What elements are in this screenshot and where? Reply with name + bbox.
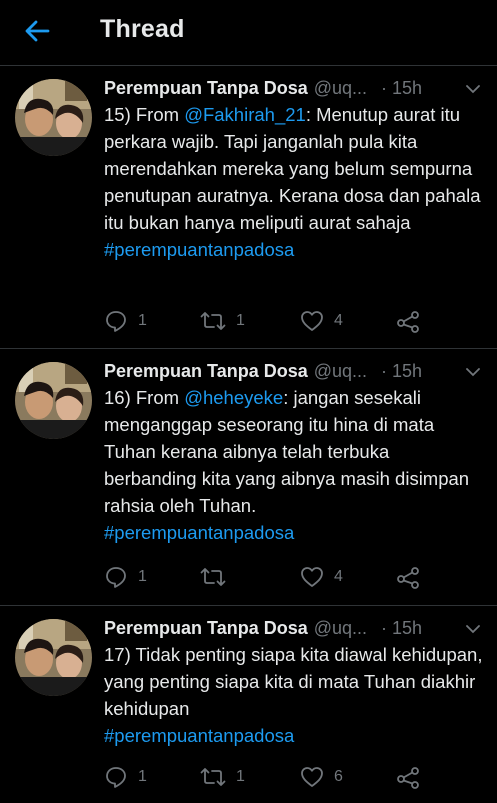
retweet-count: 1	[236, 768, 245, 785]
retweet-button[interactable]	[200, 564, 236, 590]
chevron-down-icon	[466, 84, 480, 93]
retweet-button[interactable]: 1	[200, 308, 245, 334]
retweet-icon	[200, 312, 226, 330]
tweet-text: 17) Tidak penting siapa kita diawal kehi…	[104, 641, 483, 749]
timestamp[interactable]: 15h	[392, 78, 422, 99]
tweet[interactable]: Perempuan Tanpa Dosa @uq... · 15h 17) Ti…	[0, 607, 497, 803]
more-options-button[interactable]	[463, 362, 483, 382]
like-button[interactable]: 4	[300, 564, 343, 590]
like-button[interactable]: 6	[300, 764, 343, 790]
reply-icon	[106, 567, 126, 588]
reply-count: 1	[138, 768, 147, 785]
tweet-text-part: 16) From	[104, 387, 185, 408]
more-options-button[interactable]	[463, 79, 483, 99]
share-icon	[397, 767, 419, 789]
reply-button[interactable]: 1	[104, 764, 147, 790]
hashtag-link[interactable]: #perempuantanpadosa	[104, 522, 294, 543]
share-icon	[397, 311, 419, 333]
hashtag-link[interactable]: #perempuantanpadosa	[104, 725, 294, 746]
heart-icon	[301, 767, 323, 787]
timestamp[interactable]: 15h	[392, 361, 422, 382]
retweet-icon	[200, 568, 226, 586]
avatar[interactable]	[15, 362, 92, 439]
more-options-button[interactable]	[463, 619, 483, 639]
mention-link[interactable]: @Fakhirah_21	[184, 104, 306, 125]
tweet-text-part: 17) Tidak penting siapa kita diawal kehi…	[104, 644, 483, 719]
tweet[interactable]: Perempuan Tanpa Dosa @uq... · 15h 15) Fr…	[0, 67, 497, 349]
separator-dot: ·	[381, 77, 388, 98]
tweet-actions: 1 1 6	[104, 764, 434, 790]
reply-icon	[106, 767, 126, 788]
tweet-header: Perempuan Tanpa Dosa @uq... · 15h	[104, 75, 483, 101]
share-button[interactable]	[396, 764, 420, 790]
reply-icon	[106, 311, 126, 332]
back-button[interactable]	[20, 14, 54, 48]
share-button[interactable]	[396, 308, 420, 334]
like-count: 6	[334, 768, 343, 785]
chevron-down-icon	[466, 367, 480, 376]
like-button[interactable]: 4	[300, 308, 343, 334]
arrow-left-icon	[25, 20, 50, 42]
hashtag-link[interactable]: #perempuantanpadosa	[104, 239, 294, 260]
reply-count: 1	[138, 568, 147, 585]
reply-count: 1	[138, 312, 147, 329]
share-button[interactable]	[396, 564, 420, 590]
author-handle[interactable]: @uq...	[314, 78, 367, 99]
reply-button[interactable]: 1	[104, 308, 147, 334]
separator-dot: ·	[381, 360, 388, 381]
retweet-icon	[200, 768, 226, 786]
top-bar: Thread	[0, 0, 497, 66]
chevron-down-icon	[466, 624, 480, 633]
author-name[interactable]: Perempuan Tanpa Dosa	[104, 78, 308, 99]
page-title: Thread	[100, 15, 185, 43]
tweet-header: Perempuan Tanpa Dosa @uq... · 15h	[104, 358, 483, 384]
reply-button[interactable]: 1	[104, 564, 147, 590]
tweet-actions: 1 1 4	[104, 308, 434, 334]
avatar[interactable]	[15, 619, 92, 696]
mention-link[interactable]: @heheyeke	[184, 387, 283, 408]
author-name[interactable]: Perempuan Tanpa Dosa	[104, 361, 308, 382]
tweet-text-part: 15) From	[104, 104, 185, 125]
like-count: 4	[334, 312, 343, 329]
tweet-actions: 1 4	[104, 564, 434, 590]
heart-icon	[301, 311, 323, 331]
tweet-text: 16) From @heheyeke: jangan sesekali meng…	[104, 384, 483, 546]
tweet[interactable]: Perempuan Tanpa Dosa @uq... · 15h 16) Fr…	[0, 350, 497, 606]
author-name[interactable]: Perempuan Tanpa Dosa	[104, 618, 308, 639]
share-icon	[397, 567, 419, 589]
separator-dot: ·	[381, 617, 388, 638]
author-handle[interactable]: @uq...	[314, 361, 367, 382]
like-count: 4	[334, 568, 343, 585]
timestamp[interactable]: 15h	[392, 618, 422, 639]
author-handle[interactable]: @uq...	[314, 618, 367, 639]
retweet-button[interactable]: 1	[200, 764, 245, 790]
heart-icon	[301, 567, 323, 587]
retweet-count: 1	[236, 312, 245, 329]
tweet-header: Perempuan Tanpa Dosa @uq... · 15h	[104, 615, 483, 641]
avatar[interactable]	[15, 79, 92, 156]
tweet-text: 15) From @Fakhirah_21: Menutup aurat itu…	[104, 101, 483, 263]
